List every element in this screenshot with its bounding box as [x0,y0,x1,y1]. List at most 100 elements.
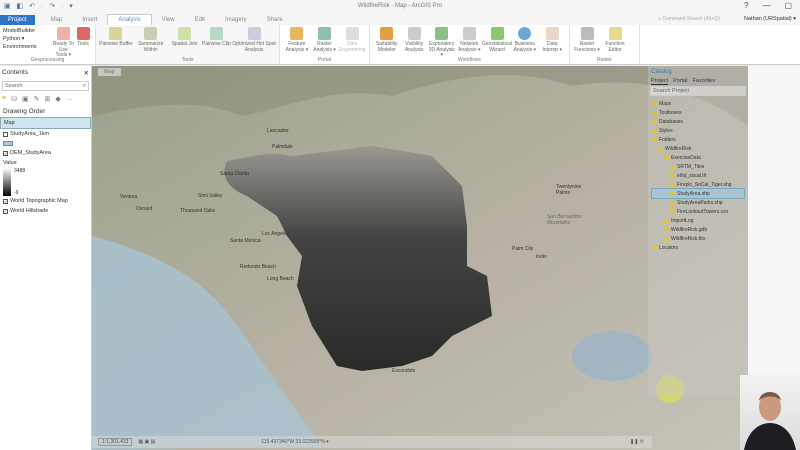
command-search-input[interactable]: ⌕ Command Search (Alt+Q) [658,16,720,22]
tab-project[interactable]: Project [0,15,35,25]
tab-share[interactable]: Share [257,15,293,25]
catalog-item[interactable]: Folders [652,135,744,144]
help-button[interactable]: ? [744,1,748,10]
pairwise-clip-button[interactable]: Pairwise Clip [200,27,232,48]
geostatistical-wizard-button[interactable]: Geostatistical Wizard [482,27,512,53]
spatial-join-button[interactable]: Spatial Join [169,27,201,48]
contents-toolbar: ≡ ⛁ ▣ ✎ ⊞ ◆ … [0,92,91,106]
environments-button[interactable]: Environments [3,44,52,50]
catalog-item[interactable]: Locators [652,243,744,252]
suitability-modeler-button[interactable]: Suitability Modeler [373,27,401,53]
function-editor-button[interactable]: Function Editor [601,27,629,53]
portal-group: Feature Analysis ▾ Raster Analysis ▾ Dat… [280,25,370,64]
catalog-item-label: SRTM_Tiles [677,163,705,170]
summarize-icon [144,27,158,40]
visibility-analysis-button[interactable]: Visibility Analysis [401,27,429,53]
user-account[interactable]: Nathan (URSpatial) ▾ [744,16,796,22]
layer-name: World Topographic Map [10,198,68,204]
button-label: Network Analysis ▾ [457,41,481,53]
catalog-item[interactable]: Databases [652,117,744,126]
more-icon[interactable]: … [66,95,73,103]
catalog-item[interactable]: elhd_socal.tif [652,171,744,180]
catalog-item[interactable]: WildfireRisk [652,144,744,153]
modelbuilder-button[interactable]: ModelBuilder [3,28,52,34]
list-by-source-icon[interactable]: ⛁ [11,95,17,103]
tools-button[interactable]: Tools [74,27,92,48]
catalog-item[interactable]: ImportLog [652,216,744,225]
catalog-item-label: Styles [659,127,673,134]
map-label: Los Angeles [262,231,290,237]
catalog-item[interactable]: SRTM_Tiles [652,162,744,171]
map-label: Santa Clarita [220,171,249,177]
tab-imagery[interactable]: Imagery [215,15,257,25]
ready-to-use-tools-button[interactable]: Ready To Use Tools ▾ [52,27,74,59]
network-analysis-button[interactable]: Network Analysis ▾ [456,27,484,53]
contents-search-input[interactable]: Search ⌕ [2,81,89,91]
geoprocessing-group: ModelBuilder Python ▾ Environments Ready… [0,25,96,64]
presenter-video [744,392,796,450]
layer-checkbox[interactable]: ✓ [3,150,8,156]
layer-checkbox[interactable]: ✓ [3,208,8,214]
layer-symbol [0,139,91,148]
catalog-item[interactable]: Fireplc_SoCal_Tiger.shp [652,180,744,189]
exploratory-3d-button[interactable]: Exploratory 3D Analysis ▾ [428,27,456,59]
layer-studyarea[interactable]: StudyArea_1km [0,129,91,139]
tab-edit[interactable]: Edit [185,15,215,25]
pause-drawing-button[interactable]: ❚❚ ⟳ [630,439,644,445]
layer-checkbox[interactable]: ✓ [3,198,8,204]
maximize-button[interactable]: ▢ [784,1,792,10]
scale-selector[interactable]: 1:1,301,433 [98,438,133,446]
map-item[interactable]: Map [0,117,91,129]
catalog-item[interactable]: StudyAreaParks.shp [652,198,744,207]
pairwise-buffer-button[interactable]: Pairwise Buffer [99,27,133,48]
folder-icon [652,110,657,115]
layer-checkbox[interactable] [3,131,8,137]
list-by-drawing-order-icon[interactable]: ≡ [2,95,6,103]
summarize-within-button[interactable]: Summarize Within [133,27,169,53]
map-view-controls[interactable]: ▦ ▣ ▤ [138,439,155,445]
data-interop-button[interactable]: Data Interop ▾ [539,27,567,53]
catalog-item[interactable]: Maps [652,99,744,108]
close-icon[interactable]: ✕ [84,69,89,77]
layer-hillshade[interactable]: ✓ World Hillshade [0,206,91,216]
feature-analysis-button[interactable]: Feature Analysis ▾ [283,27,311,53]
catalog-tab-favorites[interactable]: Favorites [693,78,716,85]
catalog-item[interactable]: FireLookoutTowers.csv [652,207,744,216]
raster-functions-button[interactable]: Raster Functions ▾ [573,27,601,53]
list-by-editing-icon[interactable]: ✎ [34,95,40,103]
list-by-labeling-icon[interactable]: ◆ [55,95,60,103]
layer-dem[interactable]: ✓ DEM_StudyArea [0,148,91,158]
catalog-item[interactable]: Toolboxes [652,108,744,117]
layer-topographic[interactable]: ✓ World Topographic Map [0,196,91,206]
button-label: Summarize Within [138,41,164,53]
hot-spot-analysis-button[interactable]: Optimized Hot Spot Analysis [232,27,276,53]
catalog-item[interactable]: Styles [652,126,744,135]
coordinate-readout[interactable]: 115.437340°W 33.023509°N ▾ [261,439,328,445]
map-label: Palmdale [272,144,293,150]
folder-icon [670,173,675,178]
list-by-snapping-icon[interactable]: ⊞ [44,95,50,103]
catalog-tree: Maps Toolboxes Databases Styles Folders Wildf… [648,97,748,254]
data-engineering-button[interactable]: Data Engineering [338,27,366,53]
catalog-search-input[interactable]: Search Project [650,86,746,96]
catalog-item[interactable]: WildfireRisk.tbx [652,234,744,243]
data-engineering-icon [345,27,359,40]
minimize-button[interactable]: — [762,1,770,10]
map-tab[interactable]: Map [98,68,121,76]
tab-view[interactable]: View [152,15,185,25]
raster-analysis-button[interactable]: Raster Analysis ▾ [311,27,339,53]
catalog-tab-portal[interactable]: Portal [673,78,687,85]
catalog-tab-project[interactable]: Project [651,78,669,85]
tab-analysis[interactable]: Analysis [107,14,152,25]
business-analysis-button[interactable]: Business Analysis ▾ [511,27,539,53]
catalog-item[interactable]: StudyArea.shp [651,188,745,199]
group-label: Workflows [458,57,481,63]
tab-insert[interactable]: Insert [72,15,107,25]
catalog-item[interactable]: WildfireRisk.gdb [652,225,744,234]
python-button[interactable]: Python ▾ [3,36,52,42]
tab-map[interactable]: Map [41,15,73,25]
catalog-item[interactable]: ExerciseData [652,153,744,162]
group-label: Raster [597,57,612,63]
list-by-selection-icon[interactable]: ▣ [22,95,29,103]
layer-name: StudyArea_1km [10,131,50,137]
